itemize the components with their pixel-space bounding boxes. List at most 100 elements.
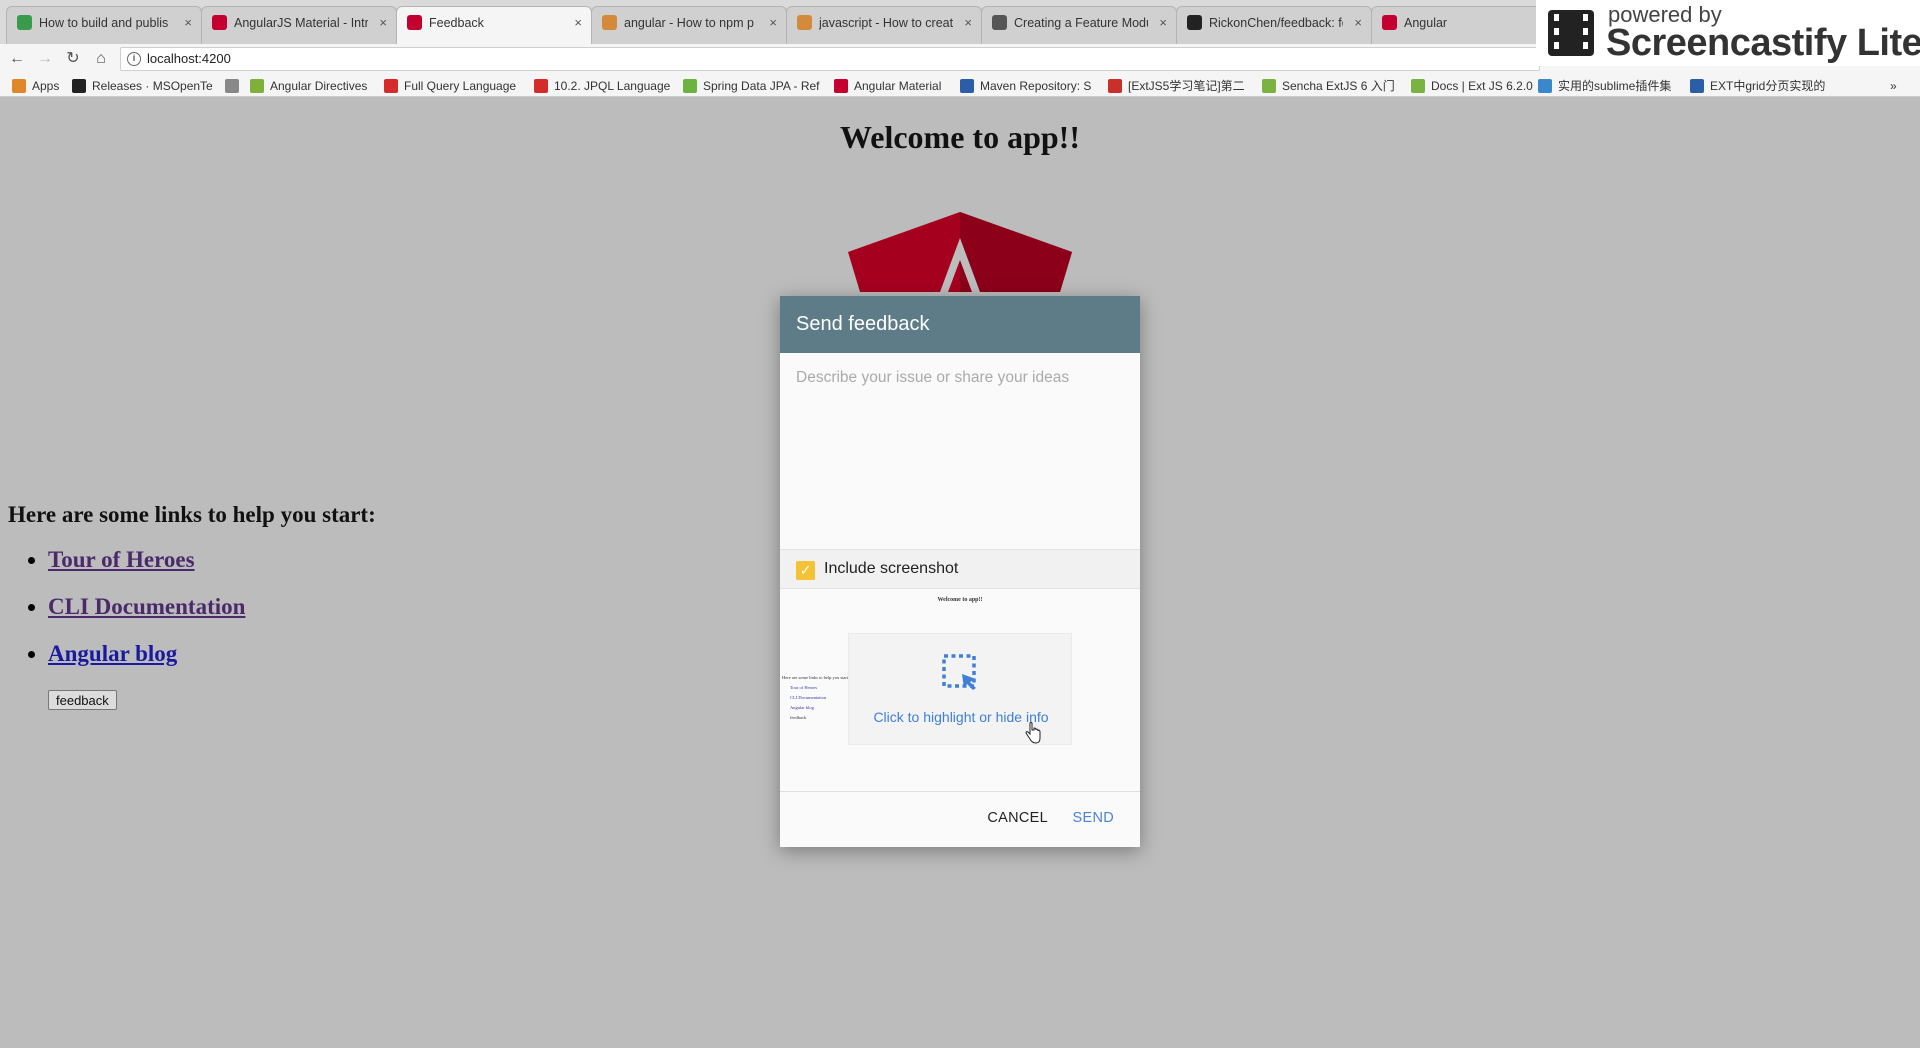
send-button[interactable]: SEND [1073, 810, 1115, 826]
forward-icon[interactable]: → [34, 48, 56, 70]
cancel-button[interactable]: CANCEL [987, 810, 1048, 826]
tab-4[interactable]: angular - How to npm p × [591, 6, 787, 44]
angular-icon [834, 79, 848, 93]
home-icon[interactable]: ⌂ [90, 48, 112, 70]
bookmark-10[interactable]: [ExtJS5学习笔记]第二 [1108, 77, 1245, 95]
address-bar[interactable]: i localhost:4200 [120, 47, 1540, 71]
tab-2[interactable]: AngularJS Material - Intr × [201, 6, 397, 44]
dialog-actions: CANCEL SEND [780, 791, 1140, 847]
include-screenshot-label: Include screenshot [824, 560, 959, 577]
bookmark-3[interactable] [225, 77, 245, 95]
bookmark-12[interactable]: Docs | Ext JS 6.2.0 [1411, 77, 1533, 95]
bookmark-label: Spring Data JPA - Ref [703, 79, 820, 93]
bookmark-4[interactable]: Angular Directives [250, 77, 367, 95]
bookmark-1[interactable]: Apps [12, 77, 59, 95]
close-icon[interactable]: × [574, 7, 582, 39]
bookmark-6[interactable]: 10.2. JPQL Language [534, 77, 670, 95]
send-icon [1538, 79, 1552, 93]
bookmark-label: Docs | Ext JS 6.2.0 [1431, 79, 1533, 93]
cnblogs-icon [1690, 79, 1704, 93]
angular-directives-icon [250, 79, 264, 93]
info-icon[interactable]: i [127, 52, 141, 66]
bookmarks-bar: Apps Releases · MSOpenTe Angular Directive… [0, 74, 1920, 97]
tab-label: javascript - How to creat [819, 16, 953, 30]
bookmark-label: Angular Material [854, 79, 942, 93]
bookmark-label: Full Query Language [404, 79, 517, 93]
bookmark-label: Maven Repository: S [980, 79, 1092, 93]
preview-links-heading: Here are some links to help you start: [782, 675, 850, 680]
tab-label: Angular [1404, 16, 1448, 30]
tab-label: RickonChen/feedback: fe [1209, 16, 1343, 30]
bookmark-13[interactable]: 实用的sublime插件集 [1538, 77, 1671, 95]
close-icon[interactable]: × [1159, 7, 1167, 39]
bookmark-2[interactable]: Releases · MSOpenTe [72, 77, 213, 95]
highlight-area[interactable]: Click to highlight or hide info [848, 633, 1072, 745]
angular-logo [848, 212, 1072, 292]
csdn-icon [1108, 79, 1122, 93]
bookmark-14[interactable]: EXT中grid分页实现的 [1690, 77, 1825, 95]
reload-icon[interactable]: ↻ [62, 48, 84, 70]
bookmark-9[interactable]: Maven Repository: S [960, 77, 1091, 95]
sencha-icon [1411, 79, 1425, 93]
bookmarks-overflow-button[interactable]: » [1890, 77, 1897, 95]
watermark-name: Screencastify Lite [1606, 22, 1920, 64]
feedback-button[interactable]: feedback [48, 690, 117, 710]
maven-icon [960, 79, 974, 93]
angular-icon [1382, 15, 1397, 30]
bookmark-label: Sencha ExtJS 6 入门 [1282, 79, 1395, 93]
m-logo-icon [17, 15, 32, 30]
tab-label: Feedback [429, 16, 484, 30]
list-item: Tour of Heroes [48, 547, 245, 594]
highlight-select-icon [942, 654, 976, 690]
tab-label: How to build and publis [39, 16, 169, 30]
tab-3[interactable]: Feedback × [396, 6, 592, 44]
tab-label: angular - How to npm p [624, 16, 754, 30]
preview-link: CLI Documentation [790, 695, 827, 700]
back-icon[interactable]: ← [6, 48, 28, 70]
link-angular-blog[interactable]: Angular blog [48, 641, 177, 666]
stackoverflow-icon [602, 15, 617, 30]
tab-label: AngularJS Material - Intr [234, 16, 368, 30]
include-screenshot-checkbox[interactable]: ✓ [796, 561, 815, 580]
oracle-icon [534, 79, 548, 93]
links-list: Tour of Heroes CLI Documentation Angular… [30, 547, 245, 688]
bookmark-label: [ExtJS5学习笔记]第二 [1128, 79, 1245, 93]
list-item: CLI Documentation [48, 594, 245, 641]
hand-cursor-icon [1025, 722, 1041, 744]
screenshot-preview[interactable]: Welcome to app!! Here are some links to … [780, 589, 1140, 791]
close-icon[interactable]: × [769, 7, 777, 39]
preview-link: Angular blog [790, 705, 814, 710]
sencha-icon [1262, 79, 1276, 93]
preview-button: feedback [790, 715, 807, 720]
close-icon[interactable]: × [964, 7, 972, 39]
stackoverflow-icon [797, 15, 812, 30]
bookmark-label: Releases · MSOpenTe [92, 79, 213, 93]
link-tour-of-heroes[interactable]: Tour of Heroes [48, 547, 195, 572]
close-icon[interactable]: × [184, 7, 192, 39]
tab-1[interactable]: How to build and publis × [6, 6, 202, 44]
include-screenshot-row[interactable]: ✓ Include screenshot [780, 549, 1140, 589]
dialog-title: Send feedback [780, 296, 1140, 353]
feedback-textarea[interactable] [780, 353, 1140, 549]
github-icon [72, 79, 86, 93]
link-cli-documentation[interactable]: CLI Documentation [48, 594, 245, 619]
close-icon[interactable]: × [1354, 7, 1362, 39]
bookmark-11[interactable]: Sencha ExtJS 6 入门 [1262, 77, 1395, 95]
preview-link: Tour of Heroes [790, 685, 818, 690]
tab-6[interactable]: Creating a Feature Modu × [981, 6, 1177, 44]
bookmark-5[interactable]: Full Query Language [384, 77, 516, 95]
bookmark-7[interactable]: Spring Data JPA - Ref [683, 77, 820, 95]
bookmark-label: 10.2. JPQL Language [554, 79, 671, 93]
browser-chrome: How to build and publis × AngularJS Materi… [0, 0, 1920, 97]
feedback-dialog: Send feedback ✓ Include screenshot Welco… [780, 296, 1140, 847]
tab-5[interactable]: javascript - How to creat × [786, 6, 982, 44]
tab-7[interactable]: RickonChen/feedback: fe × [1176, 6, 1372, 44]
page-title: Welcome to app!! [840, 119, 1080, 155]
bookmark-label: Apps [32, 79, 60, 93]
book-icon [992, 15, 1007, 30]
film-icon [1548, 10, 1594, 56]
url-text: localhost:4200 [147, 51, 231, 66]
close-icon[interactable]: × [379, 7, 387, 39]
list-item: Angular blog [48, 641, 245, 688]
bookmark-8[interactable]: Angular Material [834, 77, 941, 95]
